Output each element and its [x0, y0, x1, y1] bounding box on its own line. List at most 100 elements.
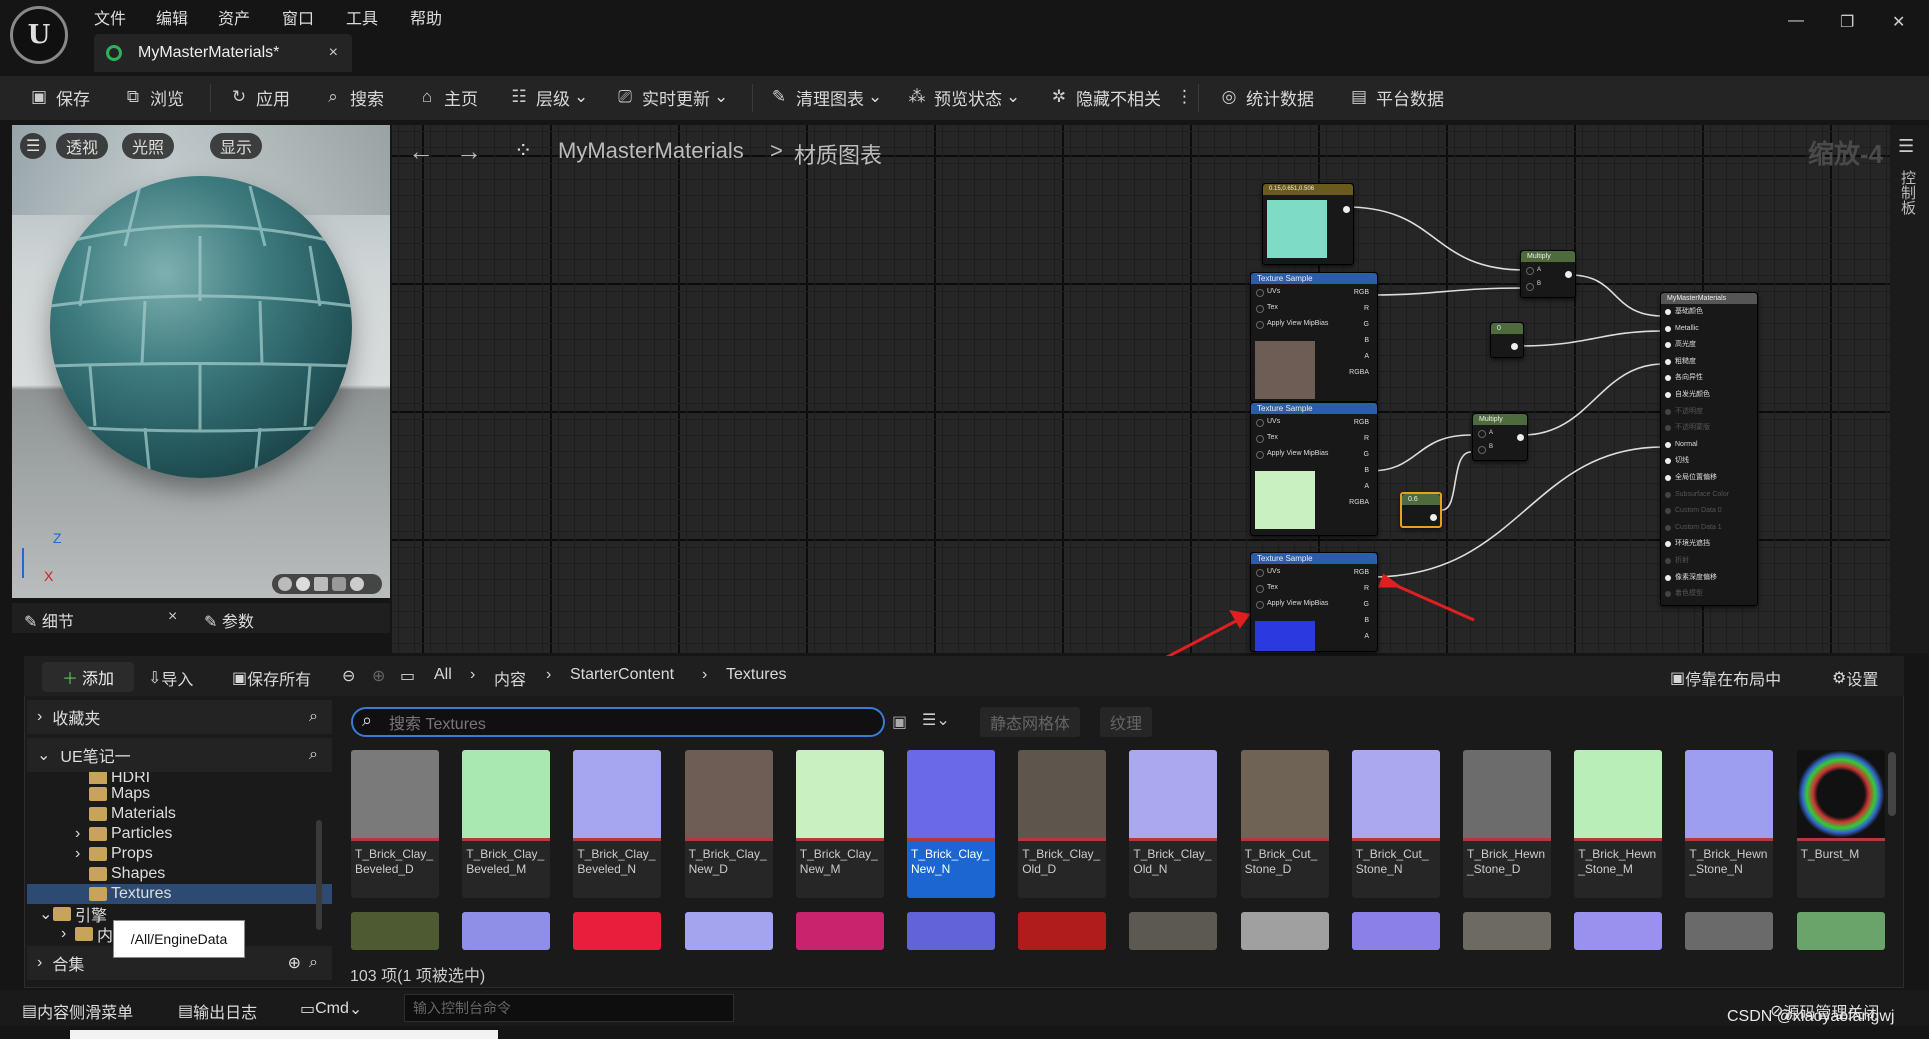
multiply-node-1[interactable]: Multiply A B: [1520, 250, 1576, 298]
rgb-out[interactable]: RGB: [1354, 569, 1369, 576]
g-out[interactable]: G: [1364, 321, 1369, 328]
result-pin[interactable]: Normal: [1661, 437, 1757, 454]
mipbias-pin[interactable]: Apply View MipBias: [1251, 596, 1377, 612]
constant3-node[interactable]: 0.15,0.651,0.506: [1262, 183, 1354, 265]
result-pin[interactable]: 不透明度: [1661, 404, 1757, 421]
g-out[interactable]: G: [1364, 601, 1369, 608]
import-button[interactable]: ⇩ 导入: [148, 666, 193, 690]
search-input[interactable]: 搜索 Textures: [351, 707, 885, 737]
rgba-out[interactable]: RGBA: [1349, 499, 1369, 506]
r-out[interactable]: R: [1364, 435, 1369, 442]
mipbias-pin[interactable]: Apply View MipBias: [1251, 446, 1377, 462]
tree-folder-materials[interactable]: Materials: [27, 804, 332, 824]
asset-tile[interactable]: [351, 912, 439, 950]
asset-tile[interactable]: [1351, 912, 1440, 950]
a-out[interactable]: A: [1364, 483, 1369, 490]
result-pin[interactable]: 不透明蒙版: [1661, 420, 1757, 437]
result-pin[interactable]: Custom Data 1: [1661, 520, 1757, 537]
asset-tile[interactable]: T_Brick_Clay_Beveled_N: [573, 750, 662, 898]
result-pin[interactable]: Subsurface Color: [1661, 487, 1757, 504]
project-section[interactable]: ⌄ UE笔记一 ⌕: [27, 738, 332, 772]
output-pin[interactable]: [1565, 271, 1572, 278]
material-result-node[interactable]: MyMasterMaterials 基础颜色 Metallic 高光度 粗糙度 各向异性…: [1660, 292, 1758, 606]
asset-tile[interactable]: T_Brick_Clay_Old_D: [1018, 750, 1107, 898]
asset-scrollbar[interactable]: [1888, 752, 1896, 816]
output-pin[interactable]: [1511, 343, 1518, 350]
tree-folder-shapes[interactable]: Shapes: [27, 864, 332, 884]
scalar-node-2[interactable]: 0.6: [1400, 492, 1442, 528]
texture-sample-node-1[interactable]: Texture Sample UVs Tex Apply View MipBia…: [1250, 272, 1378, 402]
tree-folder-props[interactable]: › Props: [27, 844, 332, 864]
scalar-node-1[interactable]: 0: [1490, 322, 1524, 358]
result-pin[interactable]: 像素深度偏移: [1661, 570, 1757, 587]
asset-tile[interactable]: [1240, 912, 1329, 950]
save-all-button[interactable]: ▣ 保存所有: [232, 666, 311, 690]
rgb-out[interactable]: RGB: [1354, 289, 1369, 296]
asset-tile[interactable]: [573, 912, 662, 950]
result-pin[interactable]: 全局位置偏移: [1661, 470, 1757, 487]
asset-tile[interactable]: T_Brick_Cut_Stone_N: [1351, 750, 1440, 898]
tree-folder-hdri[interactable]: HDRI: [27, 772, 332, 784]
a-out[interactable]: A: [1364, 633, 1369, 640]
asset-tile[interactable]: [684, 912, 773, 950]
asset-tile[interactable]: [1018, 912, 1107, 950]
search-icon[interactable]: ⌕: [309, 708, 318, 726]
g-out[interactable]: G: [1364, 451, 1369, 458]
rgba-out[interactable]: RGBA: [1349, 369, 1369, 376]
result-pin[interactable]: 着色模型: [1661, 586, 1757, 603]
asset-tile[interactable]: T_Brick_Clay_New_D: [684, 750, 773, 898]
content-drawer-button[interactable]: ▤ 内容侧滑菜单: [22, 999, 133, 1023]
tree-folder-particles[interactable]: › Particles: [27, 824, 332, 844]
output-pin[interactable]: [1343, 206, 1350, 213]
b-pin[interactable]: B: [1473, 441, 1527, 454]
console-input[interactable]: 输入控制台命令: [404, 994, 734, 1022]
multiply-node-2[interactable]: Multiply A B: [1472, 413, 1528, 461]
tex-pin[interactable]: Tex: [1251, 580, 1377, 596]
asset-tile[interactable]: [1129, 912, 1218, 950]
asset-tile[interactable]: [795, 912, 884, 950]
asset-tile[interactable]: [462, 912, 551, 950]
asset-tile[interactable]: T_Burst_M: [1796, 750, 1885, 898]
result-pin[interactable]: 自发光颜色: [1661, 387, 1757, 404]
favorites-section[interactable]: › 收藏夹 ⌕: [27, 700, 332, 734]
b-pin[interactable]: B: [1521, 278, 1575, 291]
tree-folder-textures[interactable]: Textures: [27, 884, 332, 904]
path-all[interactable]: All: [434, 666, 452, 684]
tex-pin[interactable]: Tex: [1251, 430, 1377, 446]
tex-pin[interactable]: Tex: [1251, 300, 1377, 316]
result-pin[interactable]: 各向异性: [1661, 370, 1757, 387]
asset-tile[interactable]: T_Brick_Clay_Beveled_D: [351, 750, 439, 898]
b-out[interactable]: B: [1364, 617, 1369, 624]
r-out[interactable]: R: [1364, 585, 1369, 592]
output-pin[interactable]: [1430, 514, 1437, 521]
b-out[interactable]: B: [1364, 467, 1369, 474]
r-out[interactable]: R: [1364, 305, 1369, 312]
mipbias-pin[interactable]: Apply View MipBias: [1251, 316, 1377, 332]
add-button[interactable]: ＋添加: [42, 662, 134, 692]
output-pin[interactable]: [1517, 434, 1524, 441]
tree-scrollbar[interactable]: [316, 820, 322, 930]
asset-tile[interactable]: [1463, 912, 1551, 950]
cmd-dropdown[interactable]: ▭ Cmd ⌄: [300, 999, 362, 1019]
tree-folder-maps[interactable]: Maps: [27, 784, 332, 804]
search-icon[interactable]: ⌕: [309, 954, 318, 972]
filter-static-mesh[interactable]: 静态网格体: [980, 707, 1081, 737]
result-pin[interactable]: Metallic: [1661, 321, 1757, 338]
a-out[interactable]: A: [1364, 353, 1369, 360]
filter-texture[interactable]: 纹理: [1100, 707, 1153, 737]
result-pin[interactable]: 基础颜色: [1661, 304, 1757, 321]
result-pin[interactable]: 切线: [1661, 453, 1757, 470]
asset-tile[interactable]: T_Brick_Cut_Stone_D: [1240, 750, 1329, 898]
add-collection-icon[interactable]: ⊕: [288, 953, 301, 973]
asset-tile[interactable]: [1574, 912, 1663, 950]
history-forward-icon[interactable]: ⊕: [372, 666, 385, 686]
asset-tile[interactable]: T_Brick_Hewn_Stone_M: [1574, 750, 1663, 898]
result-pin[interactable]: 环境光遮挡: [1661, 536, 1757, 553]
asset-tile[interactable]: T_Brick_Hewn_Stone_D: [1463, 750, 1551, 898]
result-pin[interactable]: 高光度: [1661, 337, 1757, 354]
b-out[interactable]: B: [1364, 337, 1369, 344]
texture-sample-node-3[interactable]: Texture Sample UVs Tex Apply View MipBia…: [1250, 552, 1378, 652]
result-pin[interactable]: 折射: [1661, 553, 1757, 570]
output-log-button[interactable]: ▤ 输出日志: [178, 999, 257, 1023]
rgb-out[interactable]: RGB: [1354, 419, 1369, 426]
